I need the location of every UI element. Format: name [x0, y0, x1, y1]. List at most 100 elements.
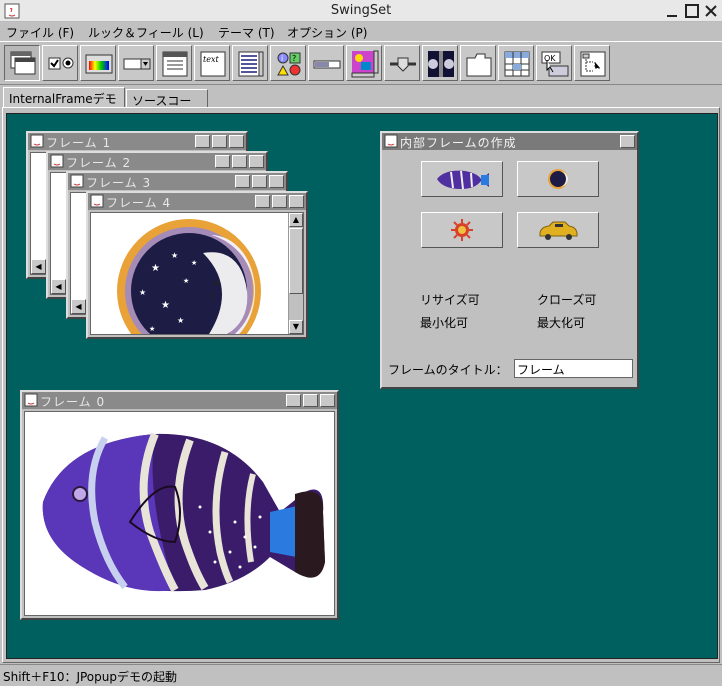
tooltip-demo-button[interactable]: OK — [536, 45, 572, 81]
table-demo-button[interactable] — [498, 45, 534, 81]
internal-frame-icon — [10, 51, 36, 75]
progress-bar-demo-button[interactable] — [308, 45, 344, 81]
menu-look-and-feel[interactable]: ルック＆フィール (L) — [88, 24, 204, 41]
frame-iconify-button[interactable] — [195, 135, 210, 148]
create-cab-frame-button[interactable] — [517, 212, 599, 248]
frame-iconify-button[interactable] — [215, 155, 230, 168]
svg-text:★: ★ — [151, 263, 160, 274]
scroll-left-arrow[interactable]: ◀ — [51, 279, 66, 294]
status-bar: Shift＋F10：JPopupデモの起動 — [0, 664, 722, 686]
window-titlebar: SwingSet — [0, 0, 722, 22]
frame-title: フレーム 0 — [40, 395, 106, 409]
vertical-scrollbar[interactable]: ▲ ▼ — [288, 213, 303, 334]
frame-title-field[interactable]: フレーム — [514, 359, 633, 378]
create-moon-frame-button[interactable] — [517, 161, 599, 197]
maximizable-checkbox-label[interactable]: 最大化可 — [537, 314, 585, 331]
frame-close-button[interactable] — [249, 155, 264, 168]
panel-titlebar[interactable]: 内部フレームの作成 — [382, 133, 637, 150]
frame-close-button[interactable] — [269, 175, 284, 188]
close-icon[interactable] — [703, 3, 719, 19]
tab-internal-frame-demo[interactable]: InternalFrameデモ — [3, 87, 125, 108]
svg-text:★: ★ — [191, 259, 197, 267]
svg-text:★: ★ — [183, 277, 189, 285]
frame-title-label: フレームのタイトル： — [388, 363, 508, 377]
list-demo-button[interactable] — [232, 45, 268, 81]
resizable-checkbox-label[interactable]: リサイズ可 — [420, 291, 480, 308]
button-demo-button[interactable] — [42, 45, 78, 81]
java-cup-icon — [384, 134, 398, 148]
menu-options[interactable]: オプション (P) — [287, 24, 367, 41]
tree-icon — [580, 51, 606, 77]
maximize-icon[interactable] — [684, 3, 700, 19]
scroll-left-arrow[interactable]: ◀ — [71, 299, 86, 314]
frame-close-button[interactable] — [289, 195, 304, 208]
tabbed-pane-icon — [466, 53, 492, 77]
frame-title: フレーム 3 — [86, 176, 152, 190]
create-frame-panel[interactable]: 内部フレームの作成 リサイズ可 クローズ可 最小化可 最大化可 フレームのタイト… — [380, 131, 639, 389]
scroll-down-arrow[interactable]: ▼ — [289, 320, 303, 334]
scroll-pane-demo-button[interactable] — [346, 45, 382, 81]
menu-theme[interactable]: テーマ (T) — [218, 24, 275, 41]
frame-iconify-button[interactable] — [235, 175, 250, 188]
tab-source-code[interactable]: ソースコード — [126, 89, 208, 125]
frame-maximize-button[interactable] — [232, 155, 247, 168]
frame-maximize-button[interactable] — [252, 175, 267, 188]
svg-text:★: ★ — [171, 251, 178, 260]
menu-file[interactable]: ファイル (F) — [6, 24, 74, 41]
frame-titlebar[interactable]: フレーム 0 — [22, 392, 337, 409]
frame-titlebar[interactable]: フレーム 1 — [28, 133, 246, 150]
iconifiable-checkbox-label[interactable]: 最小化可 — [420, 314, 468, 331]
create-fish-frame-button[interactable] — [421, 161, 503, 197]
scroll-pane-icon — [351, 50, 379, 78]
svg-text:★: ★ — [149, 325, 155, 333]
window-title: SwingSet — [330, 3, 392, 18]
scroll-up-arrow[interactable]: ▲ — [289, 213, 303, 227]
combobox-demo-button[interactable] — [118, 45, 154, 81]
filechooser-demo-button[interactable] — [156, 45, 192, 81]
internal-frame-0[interactable]: フレーム 0 — [20, 390, 339, 620]
svg-text:i: i — [281, 54, 283, 63]
frame-iconify-button[interactable] — [286, 394, 301, 407]
frame-iconify-button[interactable] — [255, 195, 270, 208]
frame-close-button[interactable] — [229, 135, 244, 148]
frame-maximize-button[interactable] — [272, 195, 287, 208]
tabbed-pane-demo-button[interactable] — [460, 45, 496, 81]
scroll-thumb[interactable] — [289, 228, 303, 294]
tree-demo-button[interactable] — [574, 45, 610, 81]
combobox-icon — [123, 58, 151, 70]
table-icon — [504, 51, 530, 77]
progress-bar-icon — [313, 60, 341, 69]
internal-frame-demo-button[interactable] — [4, 45, 40, 81]
svg-text:OK: OK — [544, 54, 556, 63]
color-chooser-demo-button[interactable] — [80, 45, 116, 81]
tooltip-icon: OK — [541, 51, 569, 77]
moon-image: ★ ★ ★ ★ ★ ★ ★ ★ — [117, 219, 261, 334]
file-chooser-icon — [162, 51, 188, 77]
frame-titlebar[interactable]: フレーム 4 — [88, 193, 306, 210]
editor-pane-demo-button[interactable]: text — [194, 45, 230, 81]
panel-iconify-button[interactable] — [620, 135, 635, 148]
demo-toolbar: text i? OK — [0, 41, 722, 85]
slider-demo-button[interactable] — [384, 45, 420, 81]
create-sun-frame-button[interactable] — [421, 212, 503, 248]
fish-image — [42, 432, 326, 592]
frame-maximize-button[interactable] — [303, 394, 318, 407]
panel-title: 内部フレームの作成 — [400, 136, 517, 150]
list-icon — [238, 51, 264, 77]
scroll-left-arrow[interactable]: ◀ — [31, 259, 46, 274]
split-pane-demo-button[interactable] — [422, 45, 458, 81]
svg-text:★: ★ — [139, 288, 146, 297]
fish-icon — [437, 170, 489, 190]
split-pane-icon — [428, 51, 454, 77]
minimize-icon[interactable] — [664, 3, 680, 19]
frame-titlebar[interactable]: フレーム 3 — [68, 173, 286, 190]
frame-close-button[interactable] — [320, 394, 335, 407]
svg-text:★: ★ — [161, 300, 170, 311]
frame-titlebar[interactable]: フレーム 2 — [48, 153, 266, 170]
frame-maximize-button[interactable] — [212, 135, 227, 148]
taxi-cab-icon — [539, 221, 578, 240]
java-cup-icon — [30, 134, 44, 148]
option-pane-demo-button[interactable]: i? — [270, 45, 306, 81]
closable-checkbox-label[interactable]: クローズ可 — [537, 291, 596, 308]
internal-frame-4[interactable]: フレーム 4 ★ ★ ★ ★ ★ ★ ★ ★ ▲ ▼ — [86, 191, 308, 339]
